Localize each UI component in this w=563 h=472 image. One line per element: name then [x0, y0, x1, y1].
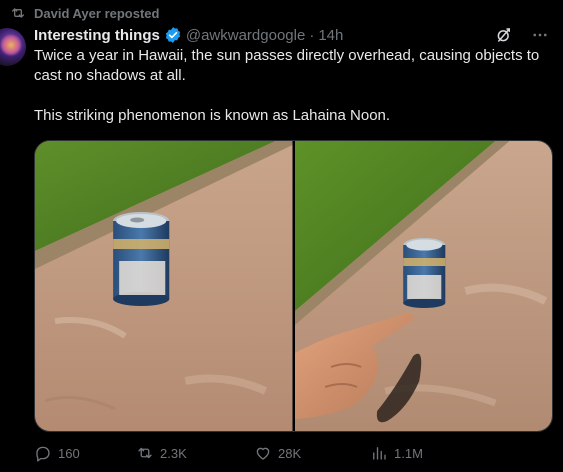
view-count: 1.1M: [394, 445, 423, 461]
more-icon[interactable]: [531, 26, 549, 44]
tweet-paragraph-1: Twice a year in Hawaii, the sun passes d…: [34, 47, 540, 84]
repost-button[interactable]: 2.3K: [136, 444, 254, 462]
repost-icon: [138, 447, 152, 459]
action-bar: 160 2.3K 28K 1.1M: [34, 442, 549, 464]
repost-count: 2.3K: [160, 445, 187, 461]
tweet-media[interactable]: [34, 140, 553, 432]
like-button[interactable]: 28K: [254, 444, 370, 462]
verified-badge-icon: [165, 27, 180, 43]
photo-right[interactable]: [294, 141, 552, 431]
photo-left-image: [35, 141, 293, 431]
like-count: 28K: [278, 445, 302, 461]
repost-icon: [12, 8, 24, 18]
avatar[interactable]: [0, 28, 26, 66]
author-name[interactable]: Interesting things: [34, 27, 160, 44]
tweet-header: Interesting things @awkwardgoogle · 14h: [34, 24, 549, 46]
tweet-paragraph-2: This striking phenomenon is known as Lah…: [34, 107, 391, 124]
header-actions: [495, 26, 549, 44]
repost-banner-text: David Ayer reposted: [34, 5, 160, 21]
separator-dot: ·: [309, 26, 315, 44]
repost-banner[interactable]: David Ayer reposted: [10, 4, 159, 22]
reply-icon: [36, 446, 50, 462]
heart-icon: [256, 447, 270, 460]
photo-right-image: [294, 141, 552, 431]
reply-button[interactable]: 160: [34, 444, 136, 462]
views-button[interactable]: 1.1M: [370, 444, 466, 462]
tweet-time[interactable]: 14h: [318, 27, 343, 44]
photo-left[interactable]: [35, 141, 293, 431]
grok-icon[interactable]: [495, 26, 513, 44]
reply-count: 160: [58, 445, 80, 461]
tweet-text: Twice a year in Hawaii, the sun passes d…: [34, 46, 556, 126]
author-handle[interactable]: @awkwardgoogle: [186, 27, 305, 44]
views-icon: [373, 447, 386, 460]
